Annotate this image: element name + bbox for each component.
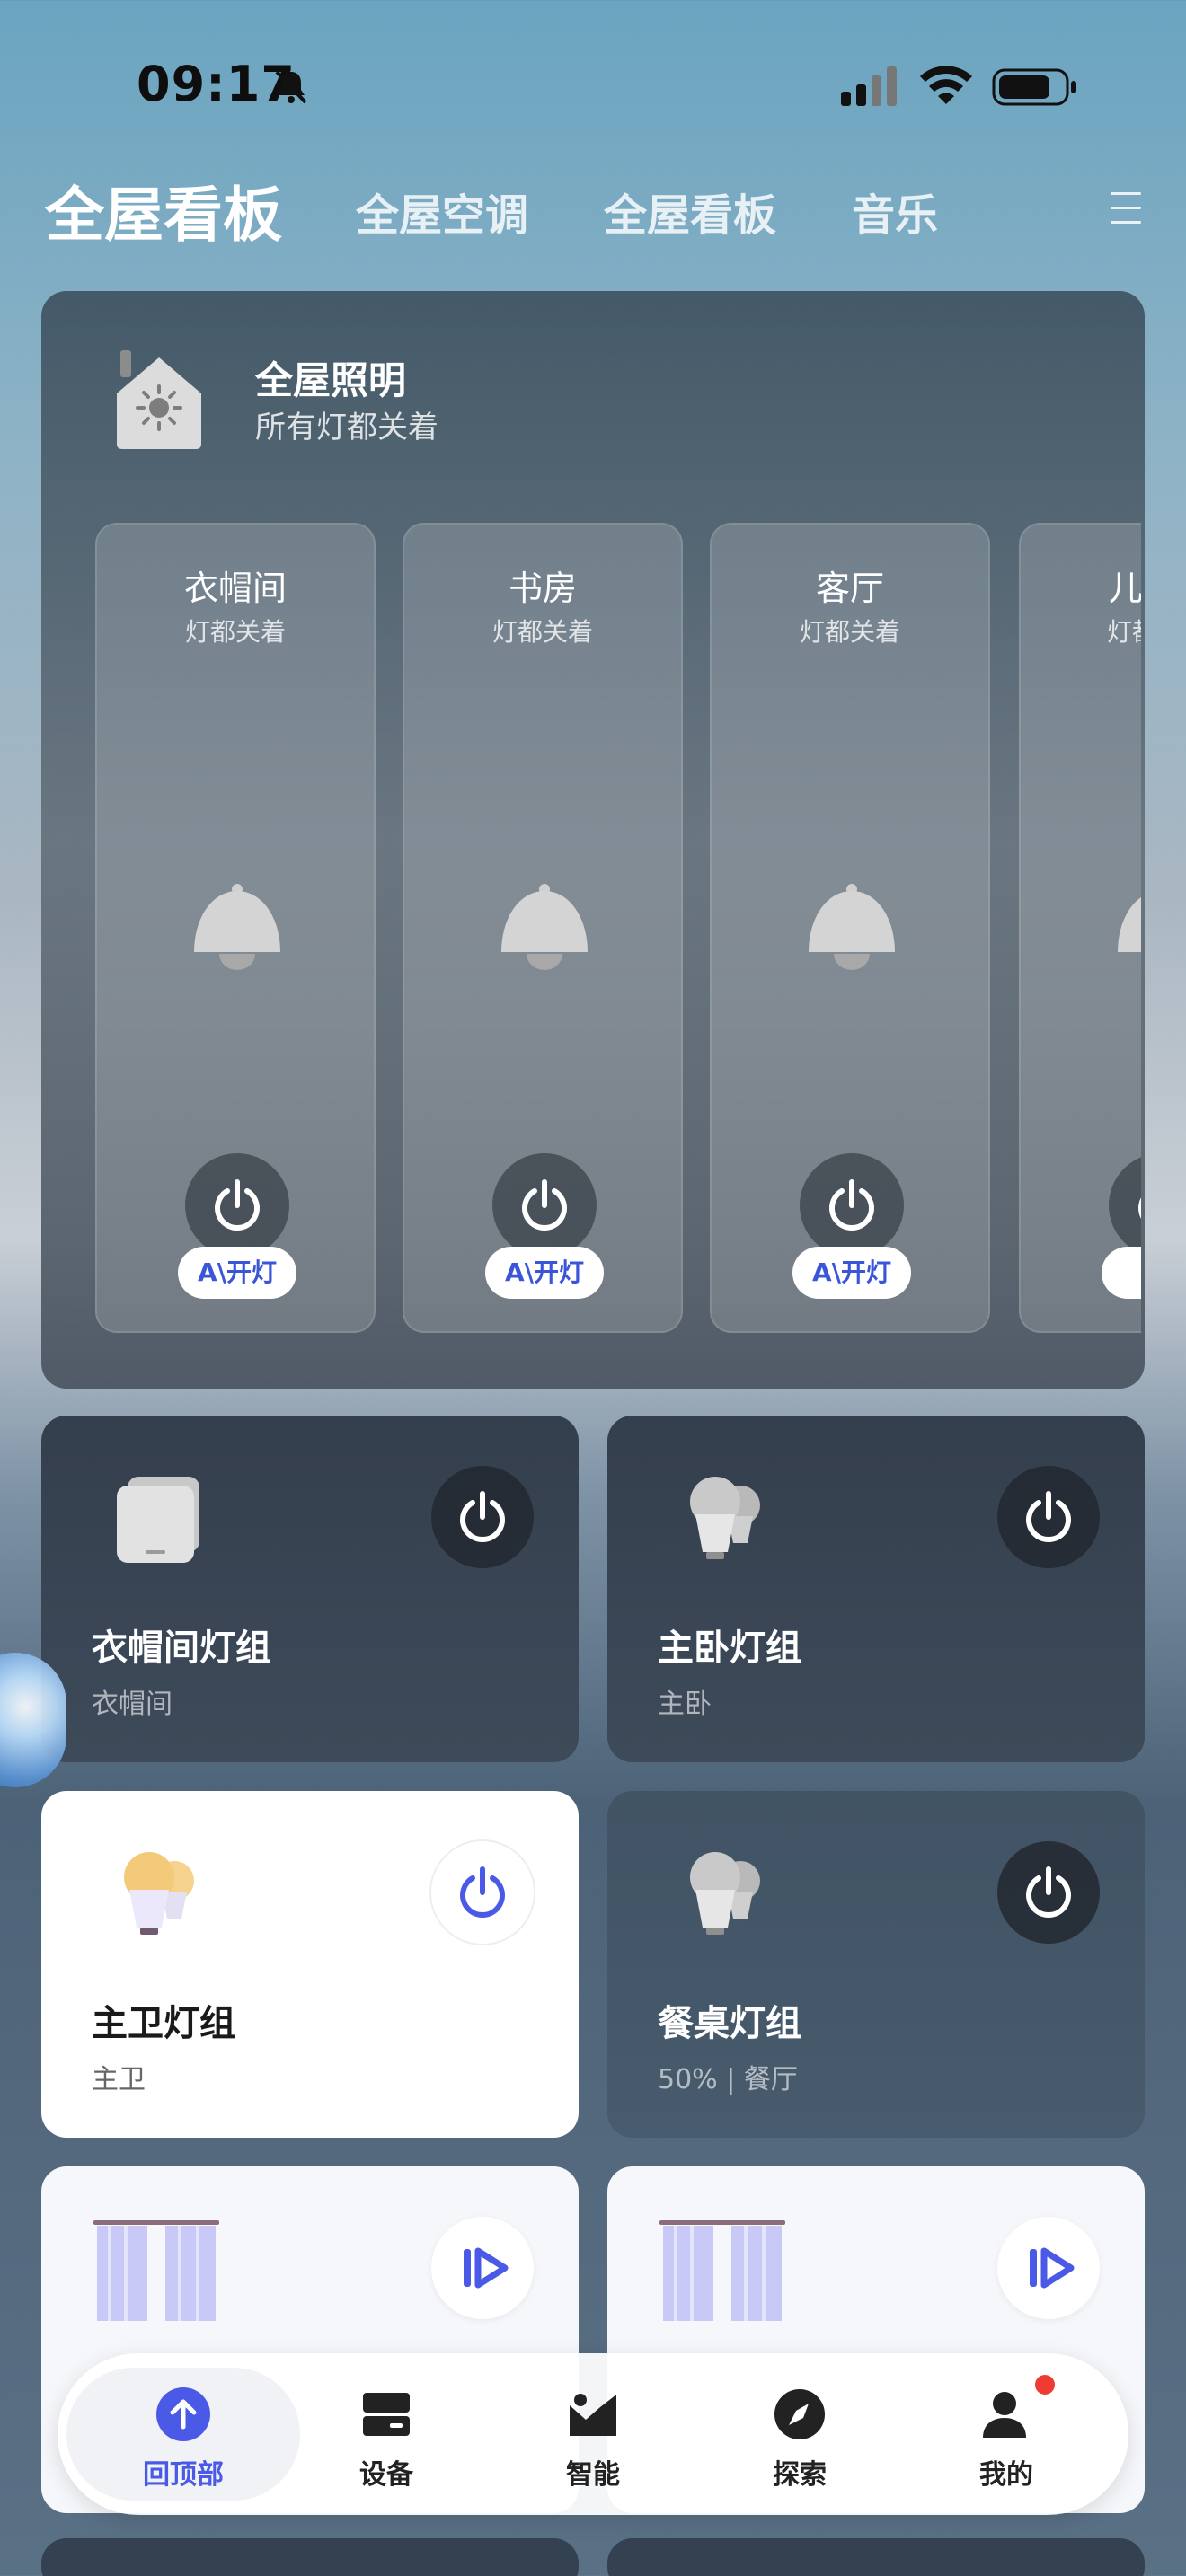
room-name: 书房 (508, 569, 577, 608)
curtain-control-button[interactable] (997, 2217, 1100, 2319)
device-card-partial[interactable] (41, 2538, 579, 2576)
nav-devices[interactable]: 设备 (296, 2353, 476, 2515)
tab-music[interactable]: 音乐 (852, 180, 938, 243)
bell-muted-icon (275, 70, 307, 104)
device-power-button[interactable] (997, 1841, 1100, 1944)
device-power-button[interactable] (431, 1466, 534, 1568)
room-power-button[interactable] (800, 1153, 904, 1257)
bulb-group-icon (690, 1852, 760, 1935)
power-icon (215, 1179, 260, 1231)
whole-house-lighting-panel[interactable]: 全屋照明 所有灯都关着 衣帽间 灯都关着 A\开灯 书房 灯都关着 A\开灯 客… (41, 291, 1145, 1389)
device-room: 衣帽间 (92, 1689, 173, 1720)
compass-icon (774, 2389, 825, 2439)
lighting-status: 所有灯都关着 (255, 410, 438, 446)
power-icon (1026, 1491, 1071, 1543)
nav-label: 设备 (359, 2459, 413, 2491)
bottom-navigation: 回顶部 设备 智能 探索 我的 (58, 2353, 1128, 2515)
room-card-strip[interactable]: 衣帽间 灯都关着 A\开灯 书房 灯都关着 A\开灯 客厅 灯都关着 A\开灯 … (41, 523, 1141, 1335)
room-status: 灯都关着 (184, 617, 286, 647)
cellular-signal-icon (841, 66, 897, 106)
power-icon (1026, 1866, 1071, 1919)
status-bar: 09:17 (0, 0, 1186, 171)
switch-panel-icon (117, 1477, 199, 1563)
nav-label: 智能 (566, 2459, 620, 2491)
ai-turn-on-button[interactable]: A\ (1102, 1247, 1141, 1299)
power-icon (522, 1179, 567, 1231)
power-icon (460, 1491, 505, 1543)
nav-explore[interactable]: 探索 (710, 2353, 890, 2515)
device-name: 衣帽间灯组 (92, 1628, 271, 1669)
nav-label: 我的 (979, 2459, 1033, 2491)
device-card-master-bedroom-lights[interactable]: 主卧灯组 主卧 (607, 1416, 1145, 1762)
room-name: 客厅 (815, 569, 884, 608)
room-name: 儿 (1109, 569, 1141, 608)
arrow-up-icon (156, 2387, 210, 2441)
smart-scene-icon (570, 2394, 616, 2436)
device-power-button-on[interactable] (431, 1841, 534, 1944)
device-name: 餐桌灯组 (658, 2003, 801, 2044)
tab-menu-icon[interactable] (1111, 192, 1141, 226)
tab-whole-house-ac[interactable]: 全屋空调 (356, 180, 528, 243)
device-room: 主卧 (658, 1689, 712, 1720)
device-card-partial[interactable] (607, 2538, 1145, 2576)
curtain-icon (93, 2220, 219, 2321)
house-light-icon (117, 350, 201, 449)
nav-profile[interactable]: 我的 (916, 2353, 1096, 2515)
power-icon (460, 1866, 505, 1919)
device-icon (363, 2393, 410, 2436)
pendant-lamp-icon (194, 884, 280, 970)
pendant-lamp-icon (809, 884, 895, 970)
device-room: 50% | 餐厅 (658, 2064, 798, 2095)
battery-icon (992, 68, 1076, 106)
nav-label: 回顶部 (143, 2459, 224, 2491)
ai-turn-on-button[interactable]: A\开灯 (485, 1247, 604, 1299)
room-card-kids-room[interactable]: 儿 灯都 A\ (1019, 523, 1141, 1333)
room-status: 灯都关着 (799, 617, 900, 647)
nav-smart[interactable]: 智能 (503, 2353, 683, 2515)
nav-label: 探索 (773, 2459, 827, 2491)
room-card-study[interactable]: 书房 灯都关着 A\开灯 (403, 523, 683, 1333)
profile-icon (983, 2392, 1026, 2438)
device-room: 主卫 (92, 2064, 146, 2095)
nav-back-to-top[interactable]: 回顶部 (66, 2353, 300, 2515)
tab-whole-house-board[interactable]: 全屋看板 (604, 180, 776, 243)
power-icon (1138, 1197, 1141, 1219)
room-card-cloakroom[interactable]: 衣帽间 灯都关着 A\开灯 (95, 523, 376, 1333)
device-card-master-bath-lights[interactable]: 主卫灯组 主卫 (41, 1791, 579, 2138)
wifi-icon (920, 66, 972, 104)
tab-whole-house-board-active[interactable]: 全屋看板 (45, 167, 282, 253)
room-power-button[interactable] (1109, 1153, 1141, 1257)
ai-turn-on-button[interactable]: A\开灯 (792, 1247, 911, 1299)
ai-turn-on-button[interactable]: A\开灯 (178, 1247, 296, 1299)
device-card-cloakroom-lights[interactable]: 衣帽间灯组 衣帽间 (41, 1416, 579, 1762)
power-icon (829, 1179, 874, 1231)
assistant-orb-icon[interactable] (0, 1653, 66, 1787)
notification-badge (1035, 2375, 1055, 2395)
device-card-dining-lights[interactable]: 餐桌灯组 50% | 餐厅 (607, 1791, 1145, 2138)
device-power-button[interactable] (997, 1466, 1100, 1568)
lighting-title: 全屋照明 (255, 358, 407, 402)
room-card-living-room[interactable]: 客厅 灯都关着 A\开灯 (710, 523, 990, 1333)
curtain-icon (659, 2220, 785, 2321)
room-status: 灯都 (1107, 617, 1141, 647)
pendant-lamp-icon (1118, 897, 1141, 952)
play-open-icon (1030, 2247, 1075, 2289)
device-name: 主卫灯组 (92, 2003, 235, 2044)
pendant-lamp-icon (501, 884, 588, 970)
bulb-group-icon (124, 1852, 194, 1935)
room-status: 灯都关着 (491, 617, 593, 647)
top-tabs: 全屋看板 全屋空调 全屋看板 音乐 (0, 162, 1186, 251)
room-power-button[interactable] (492, 1153, 597, 1257)
curtain-control-button[interactable] (431, 2217, 534, 2319)
room-name: 衣帽间 (183, 569, 287, 608)
bulb-group-icon (690, 1477, 760, 1559)
device-name: 主卧灯组 (658, 1628, 801, 1669)
room-power-button[interactable] (185, 1153, 289, 1257)
play-open-icon (464, 2247, 509, 2289)
